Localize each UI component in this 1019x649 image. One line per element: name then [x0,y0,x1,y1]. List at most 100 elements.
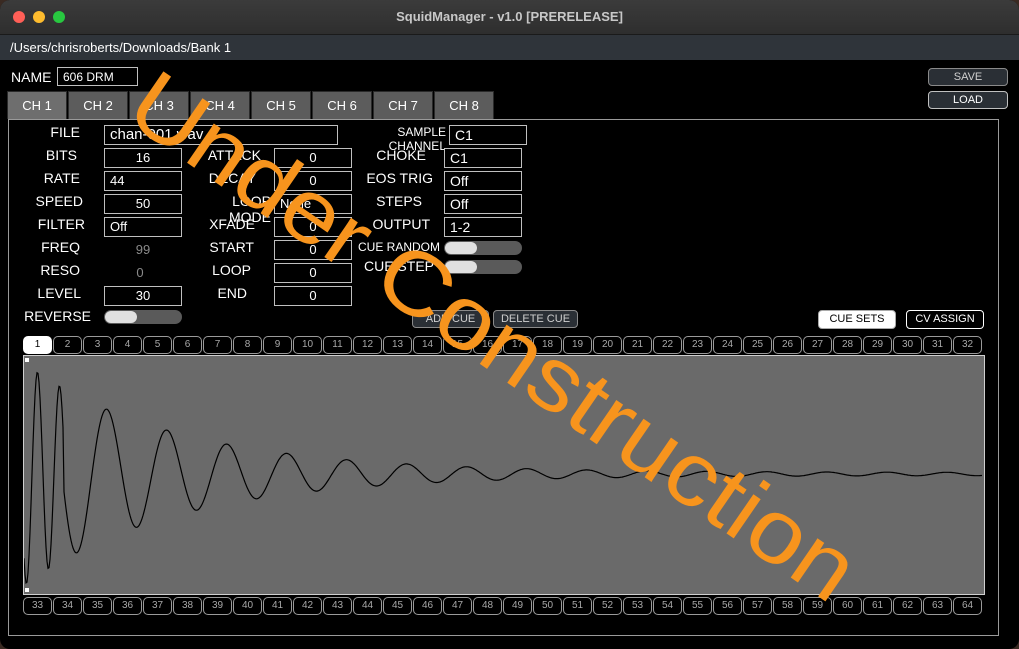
tab-ch-3[interactable]: CH 3 [129,91,189,119]
add-cue-button[interactable]: ADD CUE [412,310,489,328]
cue-button-17[interactable]: 17 [503,336,532,354]
reverse-toggle[interactable] [104,310,182,324]
cue-button-57[interactable]: 57 [743,597,772,615]
cue-button-32[interactable]: 32 [953,336,982,354]
cue-button-26[interactable]: 26 [773,336,802,354]
name-field[interactable]: 606 DRM [57,67,138,86]
tab-ch-8[interactable]: CH 8 [434,91,494,119]
file-field[interactable]: chan-001.wav [104,125,338,145]
cue-button-19[interactable]: 19 [563,336,592,354]
cue-button-27[interactable]: 27 [803,336,832,354]
cue-button-53[interactable]: 53 [623,597,652,615]
cue-button-23[interactable]: 23 [683,336,712,354]
cue-button-46[interactable]: 46 [413,597,442,615]
end-marker[interactable] [25,588,29,592]
tab-ch-4[interactable]: CH 4 [190,91,250,119]
cue-button-28[interactable]: 28 [833,336,862,354]
cue-button-58[interactable]: 58 [773,597,802,615]
cue-button-10[interactable]: 10 [293,336,322,354]
cue-button-36[interactable]: 36 [113,597,142,615]
cue-button-31[interactable]: 31 [923,336,952,354]
cue-button-34[interactable]: 34 [53,597,82,615]
cue-button-41[interactable]: 41 [263,597,292,615]
cue-button-24[interactable]: 24 [713,336,742,354]
cue-button-5[interactable]: 5 [143,336,172,354]
cue-button-50[interactable]: 50 [533,597,562,615]
cue-button-13[interactable]: 13 [383,336,412,354]
cue-button-20[interactable]: 20 [593,336,622,354]
end-field[interactable]: 0 [274,286,352,306]
tab-ch-6[interactable]: CH 6 [312,91,372,119]
cue-button-7[interactable]: 7 [203,336,232,354]
tab-ch-5[interactable]: CH 5 [251,91,311,119]
cue-button-29[interactable]: 29 [863,336,892,354]
start-marker[interactable] [25,358,29,362]
cv-assign-button[interactable]: CV ASSIGN [906,310,984,329]
cue-random-toggle[interactable] [444,241,522,255]
cue-button-43[interactable]: 43 [323,597,352,615]
cue-button-30[interactable]: 30 [893,336,922,354]
cue-button-11[interactable]: 11 [323,336,352,354]
cue-button-25[interactable]: 25 [743,336,772,354]
cue-button-63[interactable]: 63 [923,597,952,615]
loop-field[interactable]: 0 [274,263,352,283]
tab-ch-1[interactable]: CH 1 [7,91,67,119]
cue-button-8[interactable]: 8 [233,336,262,354]
cue-sets-button[interactable]: CUE SETS [818,310,896,329]
cue-button-60[interactable]: 60 [833,597,862,615]
cue-button-1[interactable]: 1 [23,336,52,354]
speed-field[interactable]: 50 [104,194,182,214]
filter-field[interactable]: Off [104,217,182,237]
cue-button-47[interactable]: 47 [443,597,472,615]
cue-button-61[interactable]: 61 [863,597,892,615]
bits-field[interactable]: 16 [104,148,182,168]
waveform-display[interactable] [23,355,985,595]
choke-field[interactable]: C1 [444,148,522,168]
rate-field[interactable]: 44 [104,171,182,191]
cue-button-59[interactable]: 59 [803,597,832,615]
cue-button-12[interactable]: 12 [353,336,382,354]
tab-ch-7[interactable]: CH 7 [373,91,433,119]
cue-button-14[interactable]: 14 [413,336,442,354]
cue-button-40[interactable]: 40 [233,597,262,615]
xfade-field[interactable]: 0 [274,217,352,237]
delete-cue-button[interactable]: DELETE CUE [493,310,578,328]
cue-button-64[interactable]: 64 [953,597,982,615]
cue-button-42[interactable]: 42 [293,597,322,615]
cue-button-44[interactable]: 44 [353,597,382,615]
cue-button-55[interactable]: 55 [683,597,712,615]
cue-button-4[interactable]: 4 [113,336,142,354]
steps-field[interactable]: Off [444,194,522,214]
cue-button-21[interactable]: 21 [623,336,652,354]
eos-trig-field[interactable]: Off [444,171,522,191]
cue-button-15[interactable]: 15 [443,336,472,354]
cue-button-33[interactable]: 33 [23,597,52,615]
cue-button-35[interactable]: 35 [83,597,112,615]
cue-button-51[interactable]: 51 [563,597,592,615]
cue-step-toggle[interactable] [444,260,522,274]
cue-button-49[interactable]: 49 [503,597,532,615]
cue-button-9[interactable]: 9 [263,336,292,354]
cue-button-2[interactable]: 2 [53,336,82,354]
cue-button-39[interactable]: 39 [203,597,232,615]
cue-button-38[interactable]: 38 [173,597,202,615]
cue-button-45[interactable]: 45 [383,597,412,615]
cue-button-22[interactable]: 22 [653,336,682,354]
cue-button-54[interactable]: 54 [653,597,682,615]
output-field[interactable]: 1-2 [444,217,522,237]
loop-mode-field[interactable]: None [274,194,352,214]
cue-button-18[interactable]: 18 [533,336,562,354]
cue-button-6[interactable]: 6 [173,336,202,354]
cue-button-16[interactable]: 16 [473,336,502,354]
cue-button-52[interactable]: 52 [593,597,622,615]
cue-button-48[interactable]: 48 [473,597,502,615]
cue-button-62[interactable]: 62 [893,597,922,615]
decay-field[interactable]: 0 [274,171,352,191]
cue-button-56[interactable]: 56 [713,597,742,615]
save-button[interactable]: SAVE [928,68,1008,86]
cue-button-37[interactable]: 37 [143,597,172,615]
level-field[interactable]: 30 [104,286,182,306]
sample-channel-field[interactable]: C1 [449,125,527,145]
load-button[interactable]: LOAD [928,91,1008,109]
cue-button-3[interactable]: 3 [83,336,112,354]
